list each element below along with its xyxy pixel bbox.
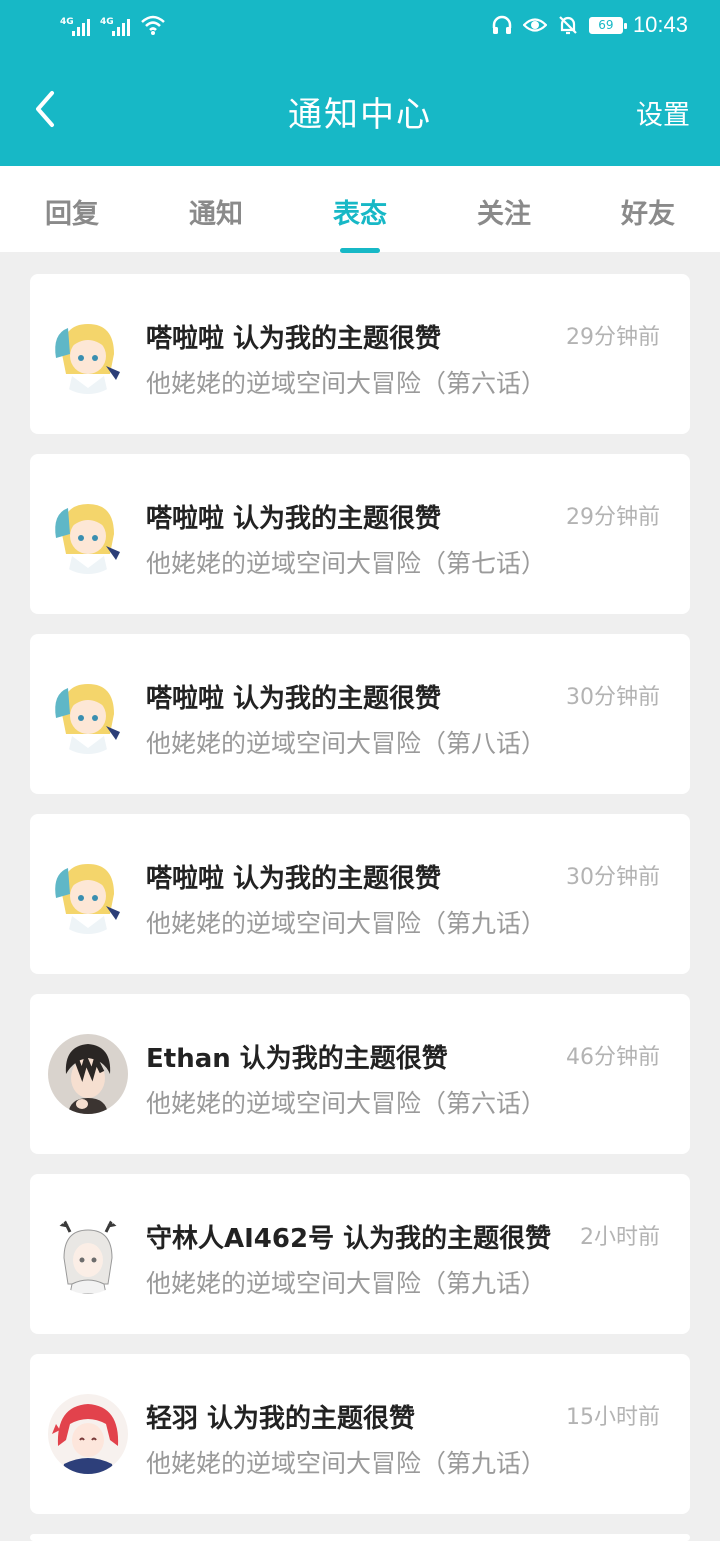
notification-subject[interactable]: 他姥姥的逆域空间大冒险（第六话） xyxy=(146,364,546,400)
notification-card[interactable]: 守林人AI462号 认为我的主题很赞 他姥姥的逆域空间大冒险（第九话） 2小时前 xyxy=(30,1174,690,1334)
notification-subject[interactable]: 他姥姥的逆域空间大冒险（第九话） xyxy=(146,1444,546,1480)
notification-title: 嗒啦啦 认为我的主题很赞 xyxy=(146,684,442,714)
notification-subject[interactable]: 他姥姥的逆域空间大冒险（第九话） xyxy=(146,904,546,940)
notification-card-partial[interactable] xyxy=(30,1534,690,1541)
notification-card[interactable]: 嗒啦啦 认为我的主题很赞 他姥姥的逆域空间大冒险（第九话） 30分钟前 xyxy=(30,814,690,974)
network-type-label-2: 4G xyxy=(100,17,114,27)
notification-title: 嗒啦啦 认为我的主题很赞 xyxy=(146,504,442,534)
notification-time: 15小时前 xyxy=(566,1405,660,1430)
tab-follow[interactable]: 关注 xyxy=(454,192,554,231)
notification-card[interactable]: 轻羽 认为我的主题很赞 他姥姥的逆域空间大冒险（第九话） 15小时前 xyxy=(30,1354,690,1514)
avatar[interactable] xyxy=(48,494,128,574)
cell-signal-icon: 4G xyxy=(60,17,90,36)
notification-title: Ethan 认为我的主题很赞 xyxy=(146,1044,448,1074)
signal-indicators: 4G 4G xyxy=(60,14,166,36)
notification-time: 29分钟前 xyxy=(566,325,660,350)
notification-title: 轻羽 认为我的主题很赞 xyxy=(146,1404,416,1434)
notification-title: 嗒啦啦 认为我的主题很赞 xyxy=(146,864,442,894)
avatar[interactable] xyxy=(48,674,128,754)
notification-time: 29分钟前 xyxy=(566,505,660,530)
headphones-icon xyxy=(492,15,512,34)
avatar[interactable] xyxy=(48,854,128,934)
bell-off-icon xyxy=(559,16,577,35)
app-bar: 通知中心 设置 xyxy=(0,55,720,166)
notification-title: 嗒啦啦 认为我的主题很赞 xyxy=(146,324,442,354)
notification-card[interactable]: 嗒啦啦 认为我的主题很赞 他姥姥的逆域空间大冒险（第八话） 30分钟前 xyxy=(30,634,690,794)
avatar[interactable] xyxy=(48,1214,128,1294)
notification-subject[interactable]: 他姥姥的逆域空间大冒险（第九话） xyxy=(146,1264,546,1300)
tab-friends[interactable]: 好友 xyxy=(598,192,698,231)
tab-bar: 回复 通知 表态 关注 好友 xyxy=(0,166,720,253)
active-tab-indicator xyxy=(340,248,380,253)
cell-signal-icon-2: 4G xyxy=(100,17,130,36)
notification-title: 守林人AI462号 认为我的主题很赞 xyxy=(146,1224,552,1254)
page-title: 通知中心 xyxy=(288,95,432,135)
notification-time: 30分钟前 xyxy=(566,865,660,890)
notification-subject[interactable]: 他姥姥的逆域空间大冒险（第八话） xyxy=(146,724,546,760)
notification-card[interactable]: 嗒啦啦 认为我的主题很赞 他姥姥的逆域空间大冒险（第七话） 29分钟前 xyxy=(30,454,690,614)
avatar[interactable] xyxy=(48,1034,128,1114)
network-type-label: 4G xyxy=(60,17,74,27)
notification-card[interactable]: 嗒啦啦 认为我的主题很赞 他姥姥的逆域空间大冒险（第六话） 29分钟前 xyxy=(30,274,690,434)
notification-subject[interactable]: 他姥姥的逆域空间大冒险（第六话） xyxy=(146,1084,546,1120)
battery-icon: 69 xyxy=(588,16,627,34)
notification-subject[interactable]: 他姥姥的逆域空间大冒险（第七话） xyxy=(146,544,546,580)
notification-time: 46分钟前 xyxy=(566,1045,660,1070)
notification-time: 2小时前 xyxy=(580,1225,660,1250)
tab-reply[interactable]: 回复 xyxy=(22,192,122,231)
avatar[interactable] xyxy=(48,314,128,394)
tab-reactions[interactable]: 表态 xyxy=(310,192,410,231)
avatar[interactable] xyxy=(48,1394,128,1474)
settings-button[interactable]: 设置 xyxy=(636,93,690,132)
notification-card[interactable]: Ethan 认为我的主题很赞 他姥姥的逆域空间大冒险（第六话） 46分钟前 xyxy=(30,994,690,1154)
notification-time: 30分钟前 xyxy=(566,685,660,710)
eye-icon xyxy=(522,18,547,32)
status-right: 69 10:43 xyxy=(491,12,688,38)
status-bar: 4G 4G 69 10:43 xyxy=(0,0,720,55)
tab-notice[interactable]: 通知 xyxy=(166,192,266,231)
wifi-icon xyxy=(141,15,165,35)
clock: 10:43 xyxy=(632,12,688,37)
